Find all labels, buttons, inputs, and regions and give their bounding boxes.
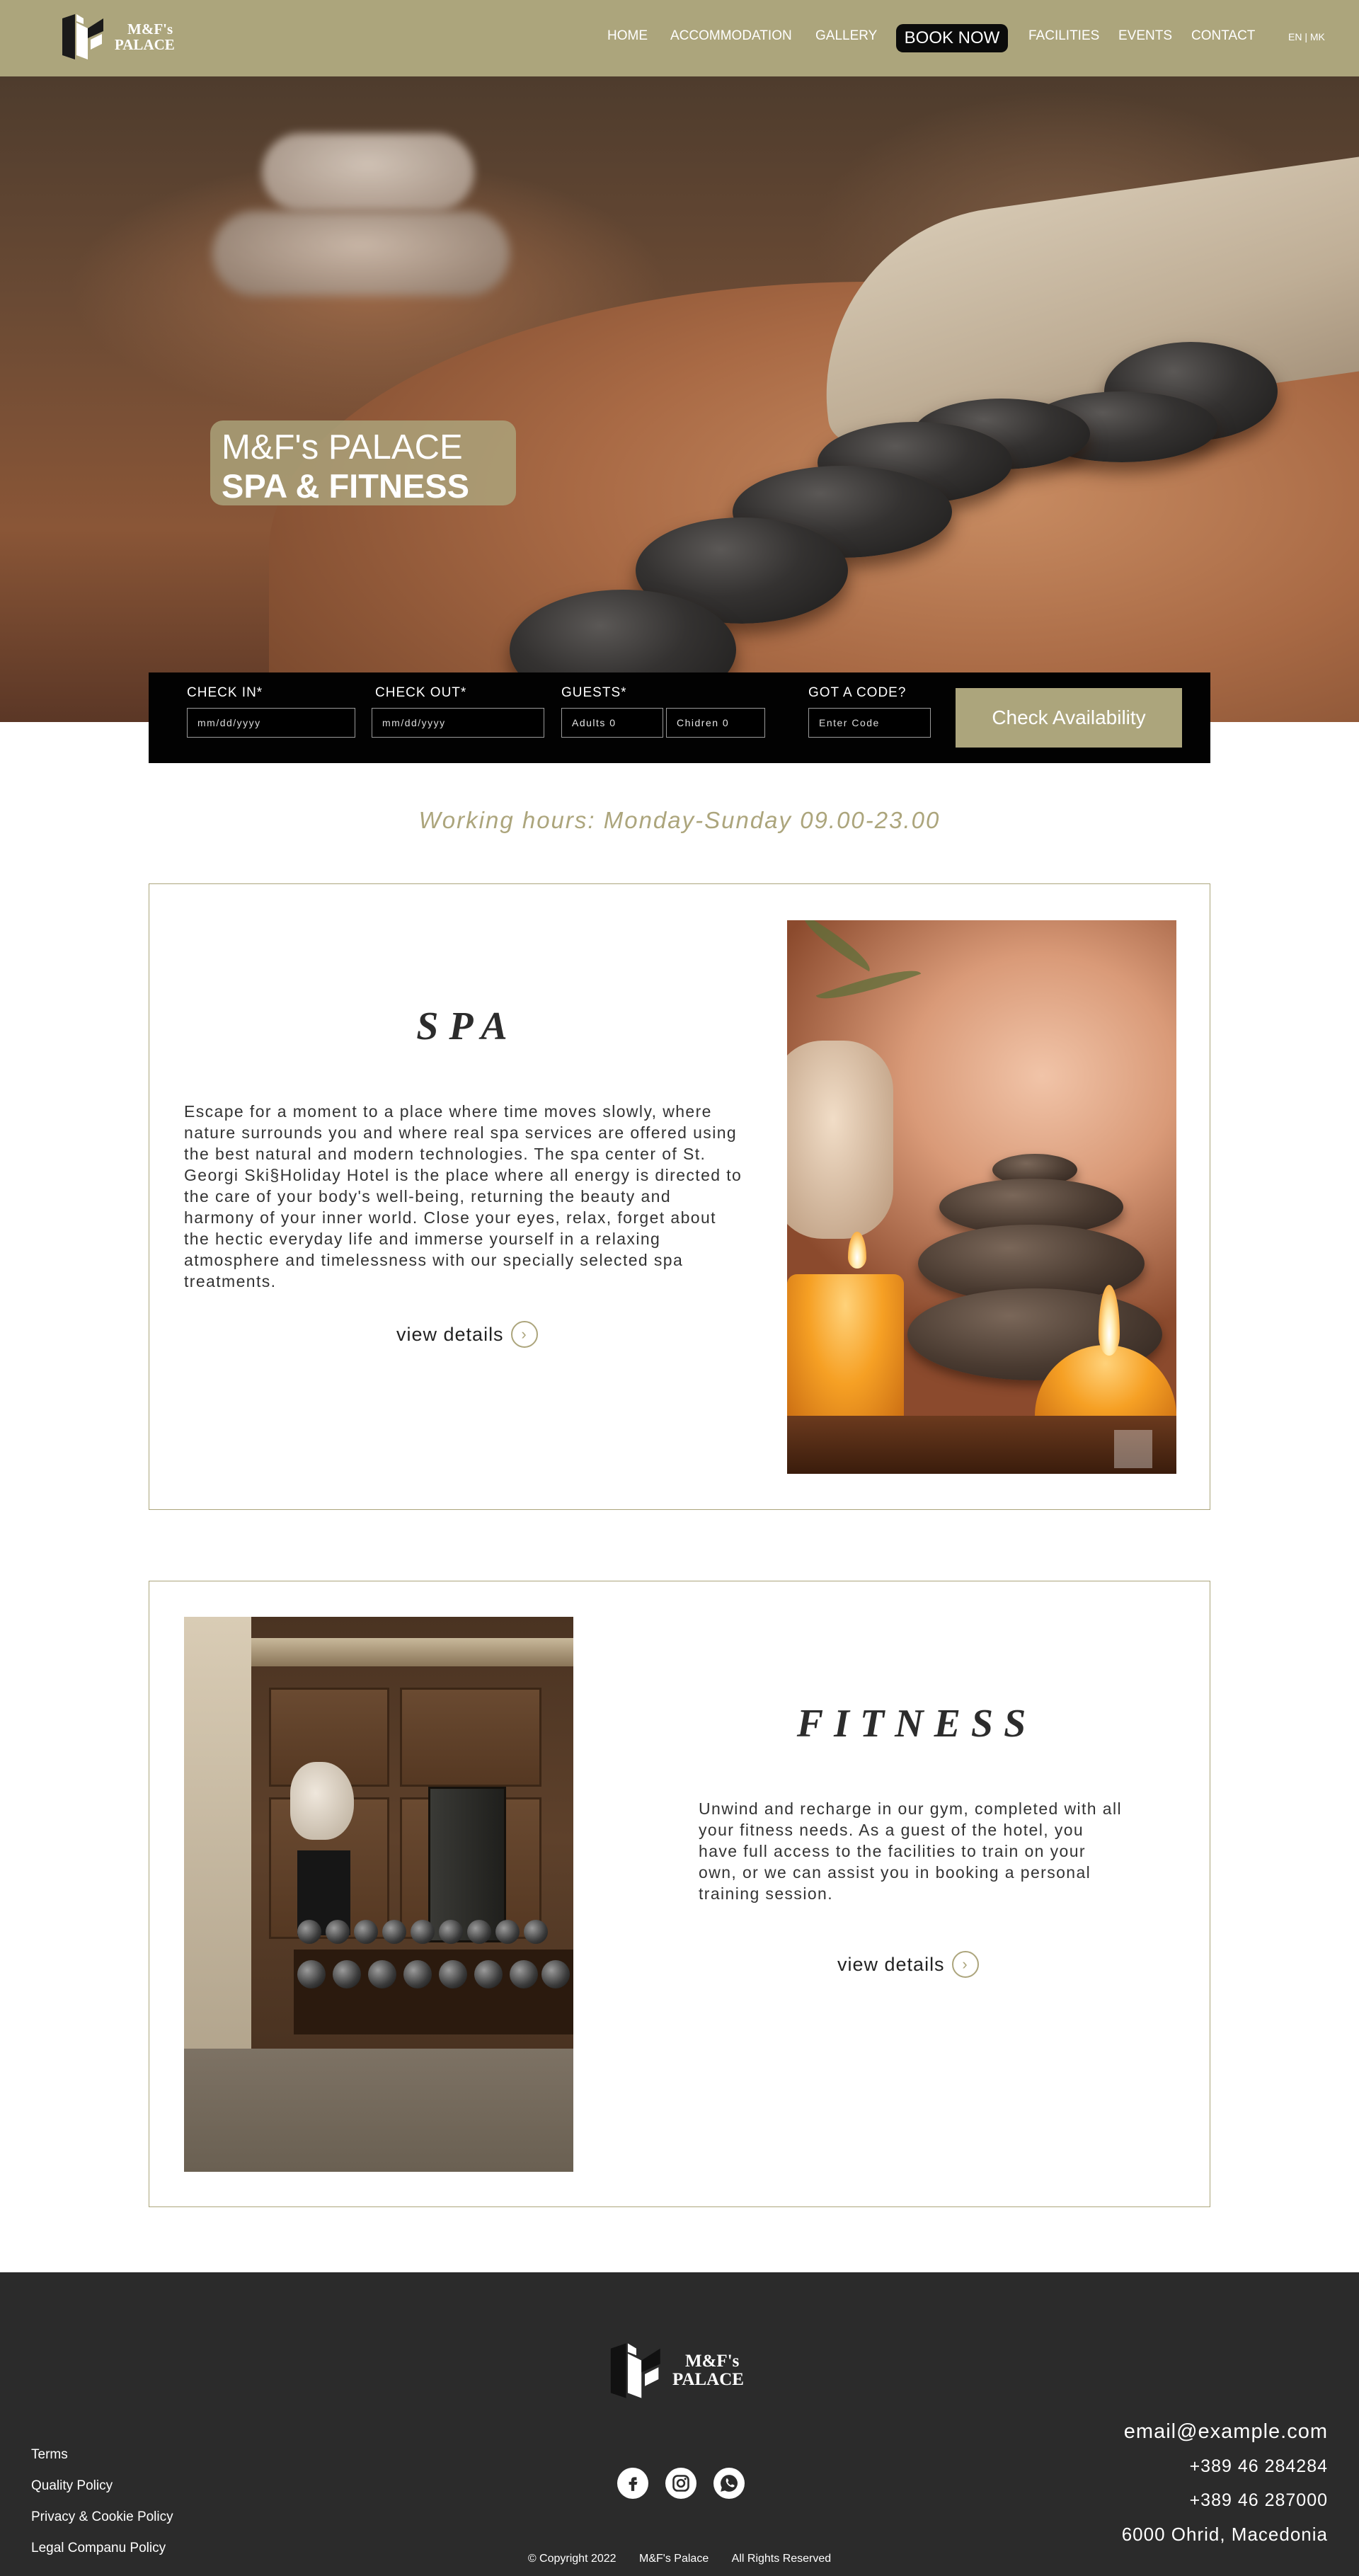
footer-links: Terms Quality Policy Privacy & Cookie Po…	[31, 2439, 173, 2564]
candle	[787, 1274, 904, 1430]
image-corner-marker	[1114, 1430, 1152, 1468]
facebook-icon[interactable]	[617, 2468, 648, 2499]
dumbbell	[510, 1960, 538, 1988]
promo-code-label: GOT A CODE?	[808, 685, 907, 700]
dumbbell	[541, 1960, 570, 1988]
nav-accommodation[interactable]: ACCOMMODATION	[670, 28, 792, 44]
logo-mark-icon	[610, 2343, 660, 2398]
nav-events[interactable]: EVENTS	[1118, 28, 1172, 44]
book-now-button[interactable]: BOOK NOW	[896, 24, 1008, 52]
wood-panel	[400, 1688, 541, 1787]
instagram-icon[interactable]	[665, 2468, 696, 2499]
check-out-label: CHECK OUT*	[375, 685, 467, 700]
check-out-input[interactable]	[372, 708, 544, 738]
check-availability-button[interactable]: Check Availability	[956, 688, 1182, 748]
footer-link-quality-policy[interactable]: Quality Policy	[31, 2471, 173, 2502]
whatsapp-icon[interactable]	[713, 2468, 745, 2499]
chevron-right-circle-icon: ›	[951, 1951, 979, 1978]
nav-home[interactable]: HOME	[607, 28, 648, 44]
check-in-label: CHECK IN*	[187, 685, 263, 700]
hero-subtitle: SPA & FITNESS	[222, 467, 469, 505]
spa-view-details-link[interactable]: view details ›	[396, 1321, 538, 1348]
dumbbell	[403, 1960, 432, 1988]
hero-towel	[212, 211, 510, 296]
footer-logo-line2: PALACE	[672, 2370, 744, 2389]
main-nav: HOME ACCOMMODATION GALLERY BOOK NOW FACI…	[0, 24, 1359, 52]
fitness-description: Unwind and recharge in our gym, complete…	[699, 1799, 1122, 1903]
spa-view-details-label: view details	[396, 1323, 504, 1345]
dumbbell	[439, 1920, 463, 1944]
contact-phone-2[interactable]: +389 46 287000	[1122, 2483, 1328, 2517]
social-links	[617, 2468, 745, 2499]
dumbbell	[495, 1920, 520, 1944]
fitness-title: FITNESS	[796, 1702, 1037, 1746]
nav-facilities[interactable]: FACILITIES	[1028, 28, 1099, 44]
adults-field[interactable]	[561, 708, 663, 738]
footer-link-privacy-policy[interactable]: Privacy & Cookie Policy	[31, 2502, 173, 2533]
hero-title-badge: M&F's PALACE SPA & FITNESS	[210, 420, 516, 505]
hero-banner: M&F's PALACE SPA & FITNESS	[0, 76, 1359, 722]
children-field[interactable]	[666, 708, 765, 738]
statue-decoration	[290, 1762, 354, 1840]
dumbbell	[368, 1960, 396, 1988]
check-in-input[interactable]	[187, 708, 355, 738]
contact-email[interactable]: email@example.com	[1122, 2414, 1328, 2449]
chevron-right-circle-icon: ›	[510, 1321, 538, 1348]
guests-label: GUESTS*	[561, 685, 627, 700]
hero-towel	[262, 133, 474, 211]
contact-phone-1[interactable]: +389 46 284284	[1122, 2449, 1328, 2483]
dumbbell	[524, 1920, 548, 1944]
dumbbell	[354, 1920, 378, 1944]
fitness-view-details-label: view details	[837, 1953, 945, 1975]
fitness-image	[184, 1617, 573, 2172]
site-footer: M&F's PALACE Terms Quality Policy Privac…	[0, 2272, 1359, 2576]
footer-link-terms[interactable]: Terms	[31, 2439, 173, 2471]
dumbbell	[439, 1960, 467, 1988]
dumbbell	[382, 1920, 406, 1944]
spa-title: SPA	[416, 1004, 518, 1048]
footer-contact: email@example.com +389 46 284284 +389 46…	[1122, 2414, 1328, 2551]
dumbbell	[297, 1920, 321, 1944]
promo-code-input[interactable]	[808, 708, 931, 738]
spa-description: Escape for a moment to a place where tim…	[184, 1102, 742, 1290]
dumbbell	[297, 1960, 326, 1988]
contact-address: 6000 Ohrid, Macedonia	[1121, 2524, 1328, 2545]
mirror-decoration	[428, 1787, 506, 1942]
dumbbell	[467, 1920, 491, 1944]
footer-logo-line1: M&F's	[685, 2351, 740, 2371]
working-hours: Working hours: Monday-Sunday 09.00-23.00	[418, 807, 941, 833]
booking-bar: CHECK IN* CHECK OUT* GUESTS* GOT A CODE?…	[149, 672, 1210, 763]
copyright-bar: © Copyright 2022 M&F's Palace All Rights…	[0, 2553, 1359, 2565]
footer-logo-text: M&F's PALACE	[672, 2352, 744, 2390]
spa-image	[787, 920, 1176, 1474]
dumbbell	[333, 1960, 361, 1988]
hero-title: M&F's PALACE	[222, 428, 463, 466]
footer-logo[interactable]: M&F's PALACE	[607, 2342, 744, 2400]
site-header: M&F's PALACE HOME ACCOMMODATION GALLERY …	[0, 0, 1359, 76]
nav-contact[interactable]: CONTACT	[1191, 28, 1255, 44]
candle-flame	[848, 1232, 866, 1269]
floor-decoration	[184, 2049, 573, 2172]
leaf-decoration	[796, 920, 878, 972]
fitness-view-details-link[interactable]: view details ›	[837, 1951, 979, 1978]
copyright-text: © Copyright 2022	[527, 2553, 617, 2565]
rights-text: All Rights Reserved	[731, 2553, 832, 2565]
nav-gallery[interactable]: GALLERY	[815, 28, 877, 44]
dumbbell	[411, 1920, 435, 1944]
copyright-brand: M&F's Palace	[639, 2553, 709, 2565]
dumbbell	[326, 1920, 350, 1944]
candle-flame	[1099, 1285, 1120, 1356]
cornice-decoration	[251, 1638, 573, 1666]
towel-decoration	[787, 1041, 893, 1239]
dumbbell	[474, 1960, 503, 1988]
language-switcher[interactable]: EN | MK	[1288, 31, 1325, 42]
